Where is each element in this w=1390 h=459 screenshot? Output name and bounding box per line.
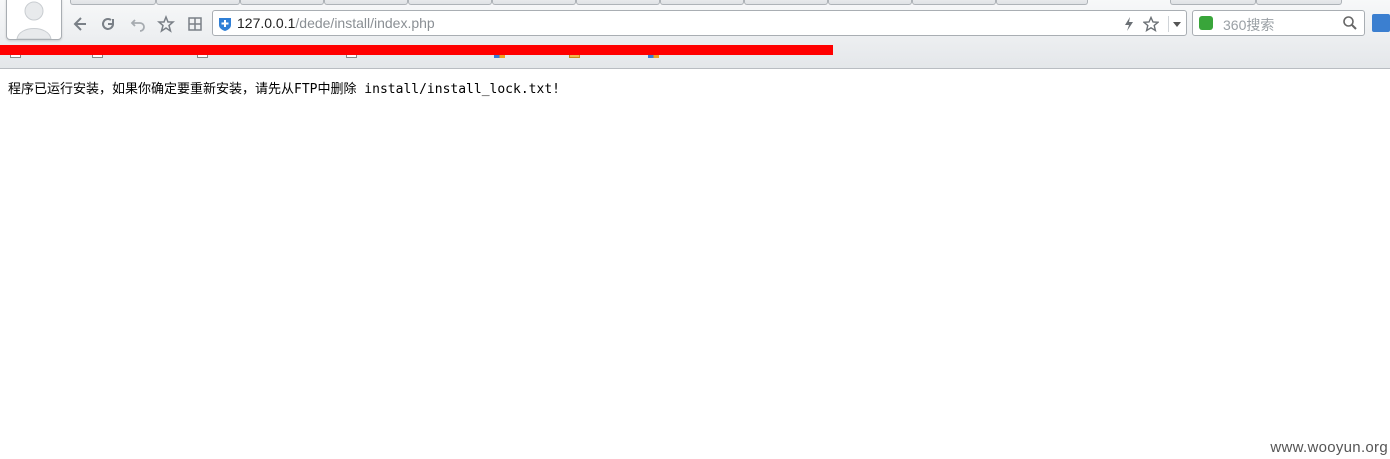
refresh-icon: [102, 18, 114, 30]
star-icon: [157, 15, 175, 33]
tab[interactable]: [660, 0, 744, 5]
tab[interactable]: [240, 0, 324, 5]
favorite-button[interactable]: [154, 12, 178, 36]
search-placeholder: 360搜索: [1223, 17, 1275, 33]
lightning-icon[interactable]: [1121, 16, 1137, 32]
address-text[interactable]: 127.0.0.1/dede/install/index.php: [237, 15, 435, 31]
360-search-icon[interactable]: [1199, 16, 1213, 30]
bookmark-star-icon[interactable]: [1143, 16, 1159, 32]
grid-icon: [188, 17, 202, 31]
tab[interactable]: [324, 0, 408, 5]
refresh-button[interactable]: [96, 12, 120, 36]
watermark: www.wooyun.org: [1270, 439, 1388, 456]
user-silhouette-icon: [16, 1, 52, 40]
chevron-down-icon[interactable]: [1168, 16, 1185, 32]
tab[interactable]: [1170, 0, 1256, 5]
tab[interactable]: [408, 0, 492, 5]
arrow-left-icon: [73, 17, 86, 31]
undo-icon: [130, 19, 145, 32]
tab[interactable]: [492, 0, 576, 5]
tab-strip: [70, 0, 1390, 6]
redaction-bar: [0, 45, 833, 55]
address-path: /dede/install/index.php: [295, 15, 435, 31]
tab[interactable]: [828, 0, 912, 5]
tab[interactable]: [576, 0, 660, 5]
tab[interactable]: [156, 0, 240, 5]
tab[interactable]: [70, 0, 156, 5]
tab[interactable]: [1256, 0, 1342, 5]
browser-chrome: 127.0.0.1/dede/install/index.php 360搜索: [0, 0, 1390, 69]
address-bar[interactable]: 127.0.0.1/dede/install/index.php: [212, 10, 1187, 36]
shield-icon[interactable]: [217, 16, 233, 32]
address-host: 127.0.0.1: [237, 15, 296, 31]
sidebar-toggle-icon[interactable]: [1372, 14, 1390, 32]
avatar[interactable]: [6, 0, 62, 40]
tab[interactable]: [912, 0, 996, 5]
apps-button[interactable]: [183, 12, 207, 36]
tab[interactable]: [996, 0, 1088, 5]
back-button[interactable]: [68, 12, 92, 36]
install-lock-message: 程序已运行安装，如果你确定要重新安装，请先从FTP中删除 install/ins…: [8, 82, 560, 97]
tab[interactable]: [744, 0, 828, 5]
magnifier-icon[interactable]: [1342, 15, 1358, 35]
search-input[interactable]: 360搜索: [1192, 10, 1365, 36]
undo-button[interactable]: [126, 12, 150, 36]
